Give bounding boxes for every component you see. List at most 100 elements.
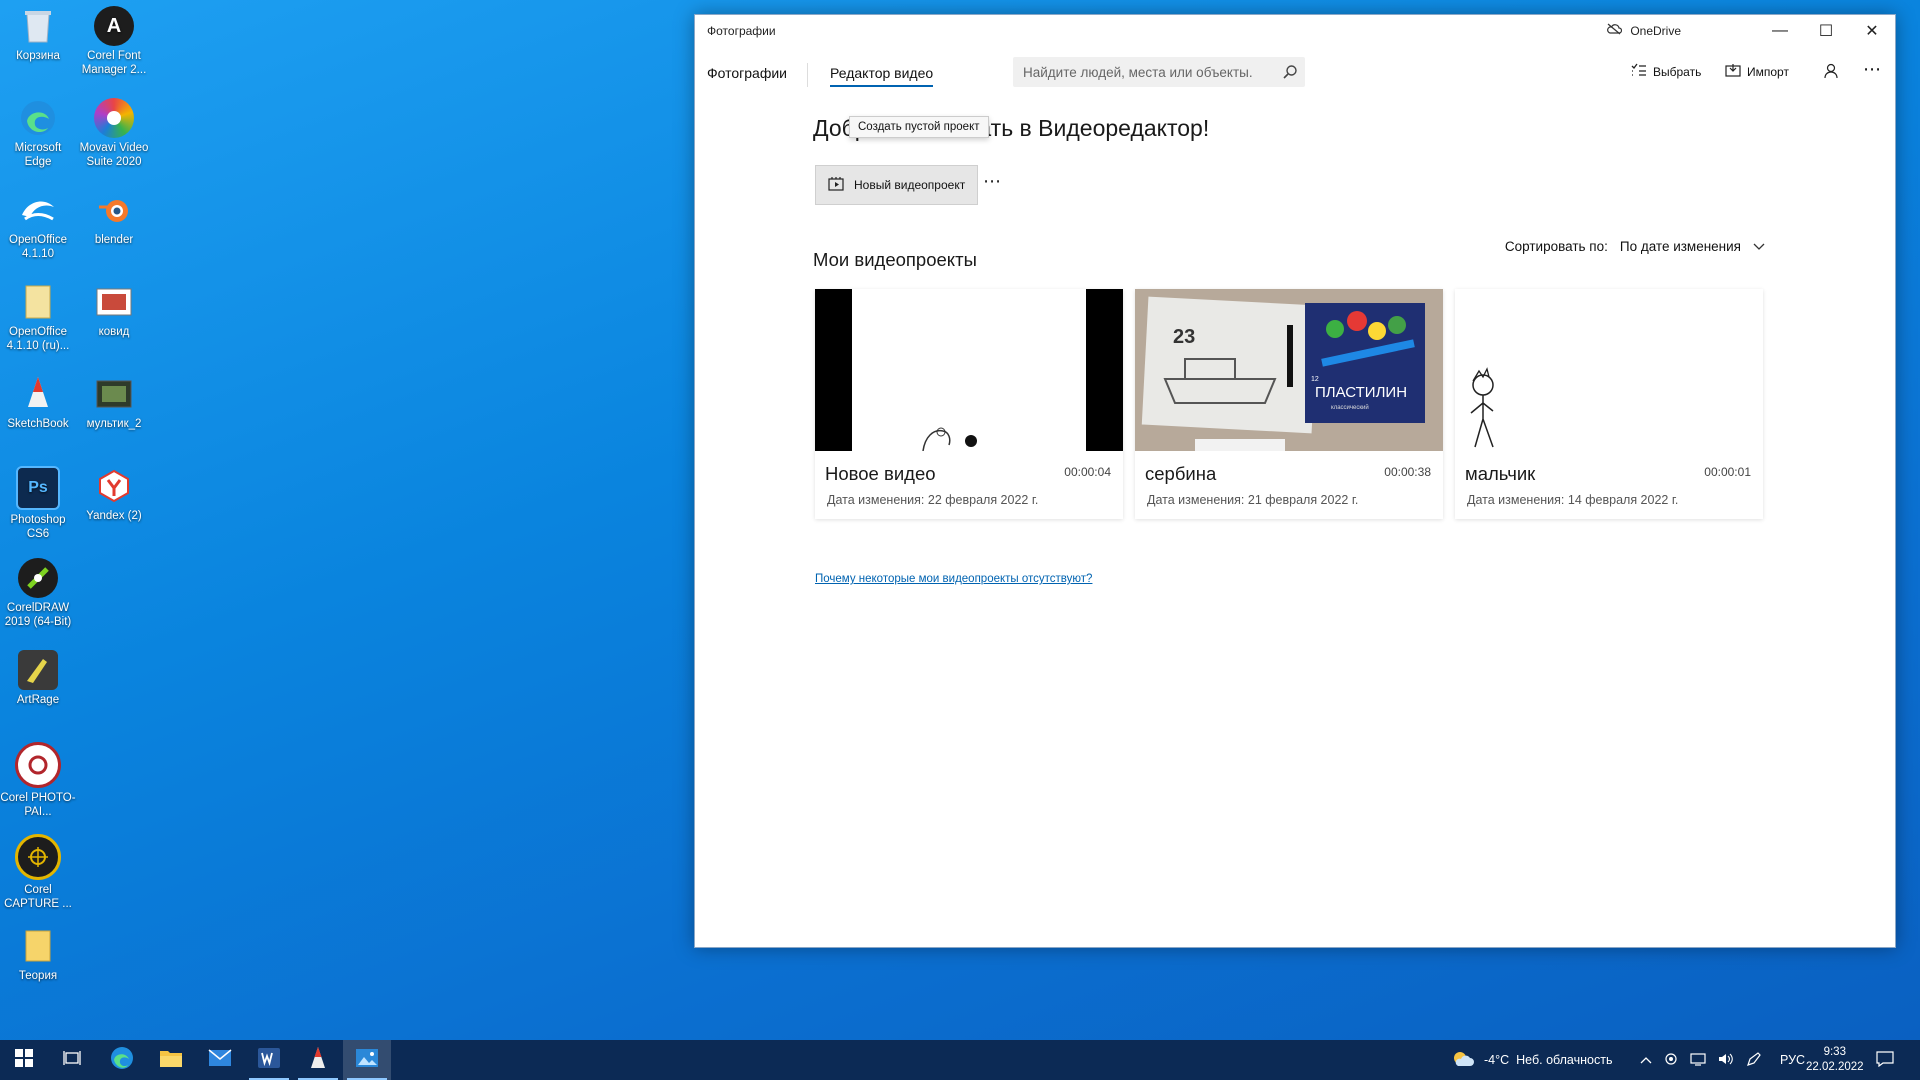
sort-label: Сортировать по: (1504, 239, 1608, 254)
edge-icon (18, 98, 58, 138)
desktop-icon-sketchbook[interactable]: SketchBook (0, 368, 76, 431)
weather-widget[interactable]: -4°C Неб. облачность (1452, 1040, 1612, 1080)
desktop-icon-movavi[interactable]: Movavi Video Suite 2020 (76, 92, 152, 169)
import-icon (1725, 63, 1741, 80)
sort-control[interactable]: Сортировать по: По дате изменения (1505, 239, 1765, 254)
blender-icon (94, 190, 134, 230)
desktop-icon-label: Корзина (16, 50, 60, 62)
project-card[interactable]: 23 ПЛАСТИЛИН классический 12 сербина 00:… (1135, 289, 1443, 519)
recycle-bin-icon (18, 6, 58, 46)
desktop-icon-theory-folder[interactable]: Теория (0, 920, 76, 983)
missing-projects-link[interactable]: Почему некоторые мои видеопроекты отсутс… (815, 573, 1092, 585)
sketchbook-icon (18, 374, 58, 414)
openoffice-icon (18, 190, 58, 230)
thumb-box-label: ПЛАСТИЛИН (1315, 384, 1407, 401)
maximize-icon: ☐ (1818, 23, 1834, 40)
pen-icon[interactable] (1746, 1051, 1762, 1070)
onedrive-label: OneDrive (1630, 23, 1681, 38)
project-date: Дата изменения: 21 февраля 2022 г. (1147, 493, 1359, 507)
desktop-icon-edge[interactable]: Microsoft Edge (0, 92, 76, 169)
projects-grid: Новое видео 00:00:04 Дата изменения: 22 … (815, 289, 1763, 519)
desktop-icon-label: Microsoft Edge (14, 142, 62, 168)
minimize-icon: — (1772, 22, 1788, 39)
taskbar-word[interactable] (245, 1040, 293, 1080)
clock[interactable]: 9:33 22.02.2022 (1806, 1040, 1864, 1080)
desktop-icon-covid[interactable]: ковид (76, 276, 152, 339)
openoffice-folder-icon (18, 282, 58, 322)
edge-icon (110, 1046, 134, 1075)
clock-date: 22.02.2022 (1806, 1061, 1864, 1073)
import-label: Импорт (1747, 64, 1789, 79)
project-date: Дата изменения: 22 февраля 2022 г. (827, 493, 1039, 507)
desktop-icon-label: ковид (98, 326, 130, 338)
thumb-box-sub: классический (1331, 404, 1369, 411)
close-icon: ✕ (1865, 23, 1879, 40)
desktop-icon-label: Photoshop CS6 (10, 514, 66, 540)
import-button[interactable]: Импорт (1725, 63, 1789, 80)
thumb-count: 12 (1311, 376, 1319, 383)
project-more-button[interactable]: ⋯ (983, 171, 1002, 192)
camera-icon[interactable] (1664, 1052, 1678, 1069)
language-indicator[interactable]: РУС (1780, 1053, 1805, 1067)
notifications-button[interactable] (1876, 1040, 1894, 1080)
maximize-button[interactable]: ☐ (1803, 15, 1849, 47)
desktop-icon-photoshop[interactable]: Ps Photoshop CS6 (0, 460, 76, 541)
desktop-icon-blender[interactable]: blender (76, 184, 152, 247)
taskbar-file-explorer[interactable] (147, 1040, 195, 1080)
weather-temp: -4°C (1484, 1053, 1510, 1067)
search-box[interactable]: Найдите людей, места или объекты. (1013, 57, 1305, 87)
taskbar-photos[interactable] (343, 1040, 391, 1080)
chevron-up-icon[interactable] (1640, 1053, 1652, 1067)
desktop-icon-label: мультик_2 (86, 418, 142, 430)
onedrive-button[interactable]: OneDrive (1606, 23, 1681, 38)
coreldraw-icon (18, 558, 58, 598)
project-thumbnail: 23 ПЛАСТИЛИН классический 12 (1135, 289, 1443, 451)
sort-value[interactable]: По дате изменения (1620, 239, 1741, 254)
taskbar-sketchbook[interactable] (294, 1040, 342, 1080)
start-button[interactable] (0, 1040, 48, 1080)
new-video-project-button[interactable]: Новый видеопроект (815, 165, 979, 205)
project-card[interactable]: Новое видео 00:00:04 Дата изменения: 22 … (815, 289, 1123, 519)
photoshop-icon: Ps (16, 466, 60, 510)
select-label: Выбрать (1653, 64, 1702, 79)
account-button[interactable] (1823, 63, 1839, 82)
more-options-button[interactable]: ⋯ (1863, 59, 1881, 80)
volume-icon[interactable] (1718, 1052, 1734, 1069)
desktop-icon-openoffice[interactable]: OpenOffice 4.1.10 (0, 184, 76, 261)
title-bar[interactable]: Фотографии OneDrive — ☐ ✕ (695, 15, 1895, 47)
photos-icon (355, 1048, 379, 1073)
desktop-icon-corel-photopaint[interactable]: Corel PHOTO-PAI... (0, 736, 76, 819)
tab-video-editor[interactable]: Редактор видео (830, 65, 934, 87)
desktop-icon-corel-font-manager[interactable]: A Corel Font Manager 2... (76, 0, 152, 77)
task-view-button[interactable] (48, 1040, 96, 1080)
tab-photos[interactable]: Фотографии (707, 65, 787, 81)
desktop-icon-label: Corel PHOTO-PAI... (0, 792, 76, 818)
desktop-icon-yandex[interactable]: Yandex (2) (76, 460, 152, 523)
project-thumbnail (1455, 289, 1763, 451)
person-icon (1823, 63, 1839, 82)
minimize-button[interactable]: — (1757, 15, 1803, 47)
yandex-icon (94, 466, 134, 506)
desktop-icon-corel-capture[interactable]: Corel CAPTURE ... (0, 828, 76, 911)
search-icon[interactable] (1275, 64, 1305, 80)
project-card[interactable]: мальчик 00:00:01 Дата изменения: 14 февр… (1455, 289, 1763, 519)
search-input[interactable]: Найдите людей, места или объекты. (1023, 65, 1275, 80)
project-thumbnail (815, 289, 1123, 451)
nav-bar: Фотографии Редактор видео Найдите людей,… (695, 53, 1895, 93)
select-list-icon (1631, 63, 1647, 80)
corel-capture-icon (15, 834, 61, 880)
project-duration: 00:00:01 (1704, 465, 1751, 479)
network-icon[interactable] (1690, 1052, 1706, 1069)
desktop-icon-recycle-bin[interactable]: Корзина (0, 0, 76, 63)
desktop-icon-artrage[interactable]: ArtRage (0, 644, 76, 707)
close-button[interactable]: ✕ (1849, 15, 1895, 47)
taskbar: -4°C Неб. облачность РУС 9:33 22.02.2022 (0, 1040, 1920, 1080)
select-button[interactable]: Выбрать (1631, 63, 1701, 80)
desktop-icon-cartoon[interactable]: мультик_2 (76, 368, 152, 431)
desktop-icon-coreldraw[interactable]: CorelDRAW 2019 (64-Bit) (0, 552, 76, 629)
desktop-icon-openoffice-folder[interactable]: OpenOffice 4.1.10 (ru)... (0, 276, 76, 353)
project-duration: 00:00:04 (1064, 465, 1111, 479)
taskbar-edge[interactable] (98, 1040, 146, 1080)
task-view-icon (63, 1050, 81, 1071)
taskbar-mail[interactable] (196, 1040, 244, 1080)
